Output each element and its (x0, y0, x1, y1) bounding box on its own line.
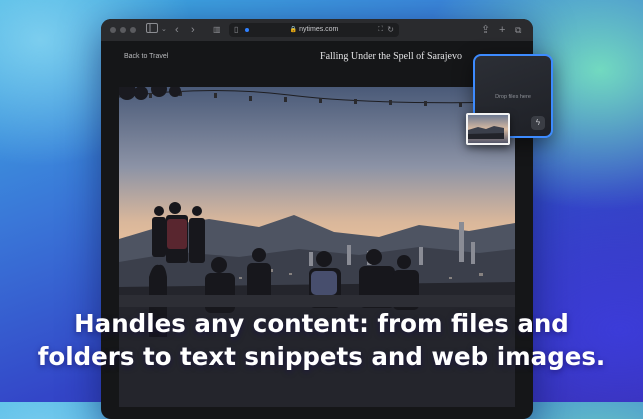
window-controls (110, 27, 136, 33)
browser-toolbar: ⌄ ‹ › ▥ ▯ 🔒 nytimes.com ↻ ⛶ ⇪ + ⧉ (101, 19, 533, 42)
dragged-image-thumbnail[interactable] (466, 113, 510, 145)
sidebar-icon[interactable] (146, 22, 158, 38)
copy-icon[interactable]: ⧉ (515, 22, 521, 38)
close-window-button[interactable] (110, 27, 116, 33)
chevron-left-icon[interactable]: ‹ (175, 22, 179, 38)
plus-icon[interactable]: + (499, 22, 505, 38)
bolt-icon[interactable]: ϟ (531, 116, 545, 130)
address-bar[interactable]: ▯ 🔒 nytimes.com ↻ ⛶ (229, 23, 399, 37)
caption-line-1: Handles any content: from files and (74, 309, 569, 338)
reload-icon[interactable]: ↻ (387, 24, 394, 36)
article-title: Falling Under the Spell of Sarajevo (320, 51, 462, 62)
chevron-down-icon[interactable]: ⌄ (161, 22, 167, 38)
grid-icon[interactable]: ▥ (213, 22, 221, 38)
share-icon[interactable]: ⇪ (481, 22, 490, 38)
back-to-travel-link[interactable]: Back to Travel (124, 53, 168, 60)
drop-zone-label: Drop files here (495, 94, 531, 100)
translate-icon[interactable]: ⛶ (378, 24, 383, 36)
lock-icon: 🔒 (289, 27, 298, 33)
url-text: nytimes.com (299, 26, 339, 33)
zoom-window-button[interactable] (130, 27, 136, 33)
article-header: Back to Travel Falling Under the Spell o… (101, 41, 533, 86)
marketing-caption: Handles any content: from files and fold… (0, 307, 643, 373)
chevron-right-icon[interactable]: › (191, 22, 195, 38)
caption-line-2: folders to text snippets and web images. (37, 342, 606, 371)
minimize-window-button[interactable] (120, 27, 126, 33)
